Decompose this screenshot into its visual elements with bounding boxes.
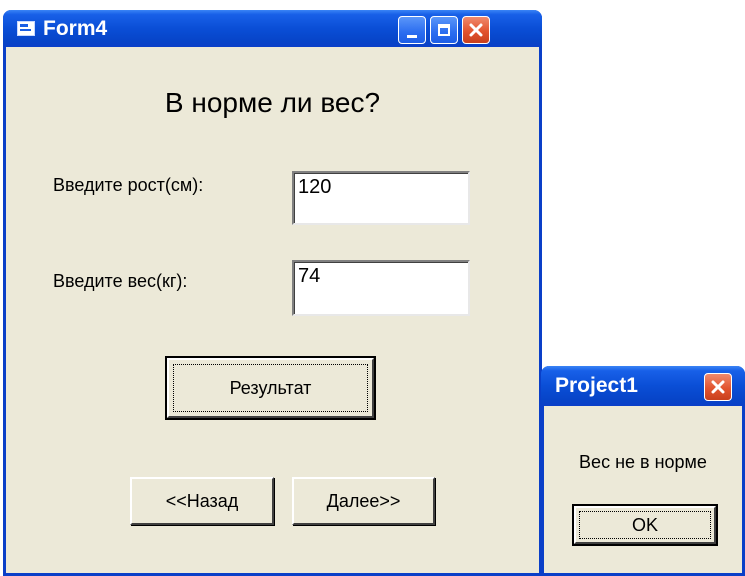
weight-input[interactable]: 74 — [292, 260, 470, 316]
ok-button[interactable]: OK — [572, 504, 718, 546]
dialog-close-button[interactable] — [704, 373, 732, 401]
form4-window: Form4 В норме ли вес? Введите рост(см): … — [3, 10, 542, 576]
focus-rect — [173, 364, 368, 412]
close-icon — [711, 380, 725, 394]
weight-label: Введите вес(кг): — [53, 271, 188, 291]
minimize-button[interactable] — [398, 16, 426, 44]
dialog-message: Вес не в норме — [579, 452, 707, 472]
form4-title: Form4 — [43, 16, 108, 40]
form4-client-area: В норме ли вес? Введите рост(см): 120 Вв… — [6, 47, 539, 573]
minimize-icon — [407, 34, 417, 38]
next-button-label: Далее>> — [326, 490, 401, 511]
back-button[interactable]: <<Назад — [130, 477, 274, 525]
page-title: В норме ли вес? — [164, 87, 381, 118]
dialog-titlebar[interactable]: Project1 — [541, 366, 745, 406]
maximize-button[interactable] — [430, 16, 458, 44]
close-icon — [469, 23, 483, 37]
form4-titlebar[interactable]: Form4 — [3, 10, 542, 47]
next-button[interactable]: Далее>> — [292, 477, 435, 525]
message-dialog: Project1 Вес не в норме OK — [541, 366, 745, 576]
maximize-icon — [438, 24, 450, 36]
height-label: Введите рост(см): — [53, 175, 204, 195]
height-input[interactable]: 120 — [292, 171, 470, 225]
dialog-client-area: Вес не в норме OK — [544, 406, 742, 573]
close-button[interactable] — [462, 16, 490, 44]
back-button-label: <<Назад — [165, 490, 239, 511]
result-button[interactable]: Результат — [165, 356, 376, 420]
focus-rect — [579, 511, 711, 539]
dialog-title: Project1 — [555, 374, 638, 397]
app-icon — [17, 21, 35, 36]
